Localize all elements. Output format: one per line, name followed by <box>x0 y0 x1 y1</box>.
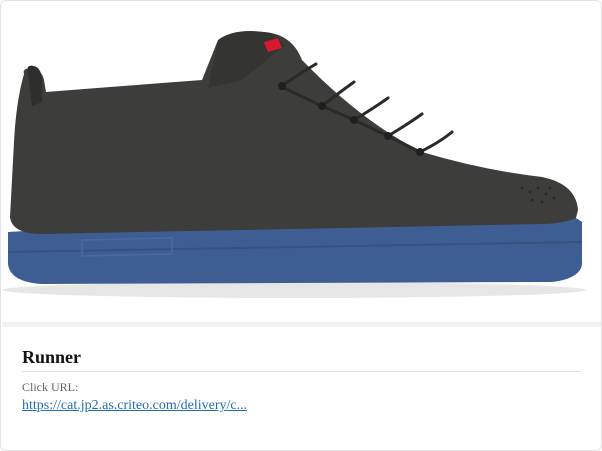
upper-shape <box>10 31 578 234</box>
click-url-label: Click URL: <box>22 380 79 394</box>
title-divider <box>22 371 581 372</box>
sneaker-image <box>2 31 586 298</box>
product-image[interactable] <box>2 2 601 322</box>
click-url-link[interactable]: https://cat.jp2.as.criteo.com/delivery/c… <box>22 398 247 414</box>
image-divider <box>2 322 601 327</box>
product-card: Runner Click URL: https://cat.jp2.as.cri… <box>0 0 602 451</box>
shadow-shape <box>2 282 586 298</box>
product-title: Runner <box>22 347 82 367</box>
